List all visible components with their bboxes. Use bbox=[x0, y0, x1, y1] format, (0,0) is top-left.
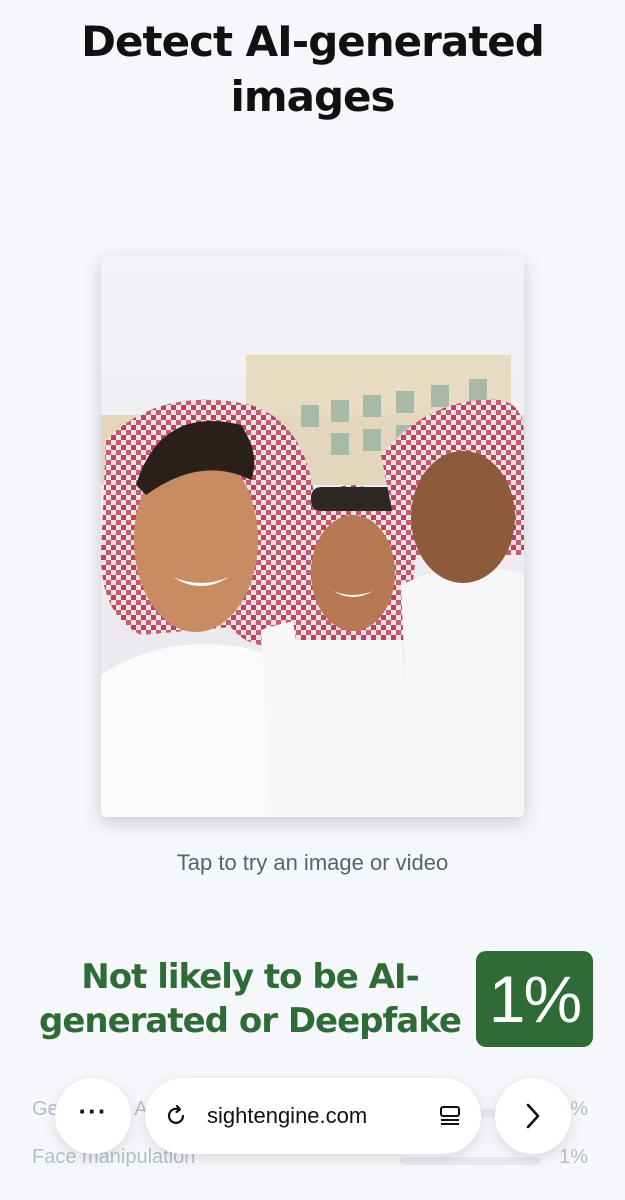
upload-hint[interactable]: Tap to try an image or video bbox=[0, 850, 625, 876]
url-text[interactable]: sightengine.com bbox=[207, 1103, 437, 1129]
metric-bar-fill bbox=[401, 1157, 403, 1165]
browser-toolbar: ··· sightengine.com bbox=[0, 1078, 625, 1158]
verdict-line-1: Not likely to be AI- bbox=[81, 957, 419, 997]
more-button[interactable]: ··· bbox=[55, 1078, 131, 1154]
address-bar[interactable]: sightengine.com bbox=[145, 1078, 481, 1154]
verdict-line-2: generated or Deepfake bbox=[39, 1001, 462, 1041]
photo-illustration bbox=[101, 255, 524, 817]
title-line-1: Detect AI-generated bbox=[81, 17, 545, 66]
verdict-text: Not likely to be AI- generated or Deepfa… bbox=[30, 955, 470, 1043]
chevron-right-icon bbox=[526, 1103, 540, 1129]
page-title: Detect AI-generated images bbox=[0, 14, 625, 124]
reload-icon[interactable] bbox=[163, 1103, 189, 1129]
score-badge: 1% bbox=[476, 951, 593, 1047]
ellipsis-icon: ··· bbox=[78, 1095, 108, 1126]
forward-button[interactable] bbox=[495, 1078, 571, 1154]
sample-photo[interactable] bbox=[101, 255, 524, 817]
reader-icon[interactable] bbox=[437, 1103, 463, 1129]
metric-bar bbox=[401, 1157, 541, 1165]
title-line-2: images bbox=[230, 72, 395, 121]
page: Detect AI-generated images Tap to try an… bbox=[0, 0, 625, 1200]
